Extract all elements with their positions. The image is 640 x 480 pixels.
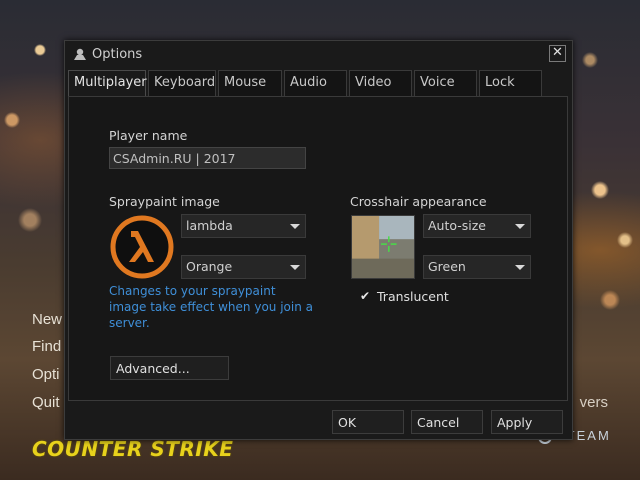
- tab-mouse[interactable]: Mouse: [218, 70, 282, 96]
- spraypaint-hint: Changes to your spraypaint image take ef…: [109, 284, 313, 330]
- spray-color-value: Orange: [186, 259, 233, 274]
- title-bar[interactable]: Options ✕: [65, 41, 572, 69]
- tab-video[interactable]: Video: [349, 70, 412, 96]
- tab-keyboard[interactable]: Keyboard: [148, 70, 216, 96]
- crosshair-size-select[interactable]: Auto-size: [423, 214, 531, 238]
- translucent-checkbox[interactable]: ✔: [359, 290, 371, 302]
- menu-right-label: vers: [579, 394, 608, 411]
- crosshair-color-select[interactable]: Green: [423, 255, 531, 279]
- chevron-down-icon: [515, 224, 525, 229]
- apply-button[interactable]: Apply: [491, 410, 563, 434]
- advanced-button[interactable]: Advanced...: [110, 356, 229, 380]
- spray-image-value: lambda: [186, 218, 233, 233]
- player-name-input[interactable]: CSAdmin.RU | 2017: [109, 147, 306, 169]
- tab-voice[interactable]: Voice: [414, 70, 477, 96]
- close-button[interactable]: ✕: [549, 45, 566, 62]
- menu-item-quit[interactable]: Quit: [32, 394, 60, 411]
- chevron-down-icon: [290, 265, 300, 270]
- crosshair-color-value: Green: [428, 259, 466, 274]
- steam-small-icon: [74, 48, 86, 60]
- options-dialog: Options ✕ Multiplayer Keyboard Mouse Aud…: [64, 40, 573, 440]
- crosshair-label: Crosshair appearance: [350, 194, 487, 209]
- dialog-title: Options: [92, 47, 143, 62]
- menu-item-find[interactable]: Find: [32, 338, 61, 355]
- player-name-label: Player name: [109, 128, 188, 143]
- menu-item-options[interactable]: Opti: [32, 366, 60, 383]
- spraypaint-label: Spraypaint image: [109, 194, 220, 209]
- cancel-button[interactable]: Cancel: [411, 410, 483, 434]
- tab-multiplayer[interactable]: Multiplayer: [68, 70, 147, 97]
- lambda-logo-icon: [110, 215, 174, 279]
- spray-color-select[interactable]: Orange: [181, 255, 306, 279]
- spray-image-select[interactable]: lambda: [181, 214, 306, 238]
- crosshair-preview-image: [351, 215, 415, 279]
- menu-item-new[interactable]: New: [32, 311, 62, 328]
- tab-audio[interactable]: Audio: [284, 70, 347, 96]
- chevron-down-icon: [515, 265, 525, 270]
- crosshair-size-value: Auto-size: [428, 218, 487, 233]
- ok-button[interactable]: OK: [332, 410, 404, 434]
- tab-lock[interactable]: Lock: [479, 70, 542, 96]
- chevron-down-icon: [290, 224, 300, 229]
- counter-strike-logo: COUNTER STRIKE: [32, 437, 234, 461]
- translucent-label[interactable]: Translucent: [377, 289, 449, 304]
